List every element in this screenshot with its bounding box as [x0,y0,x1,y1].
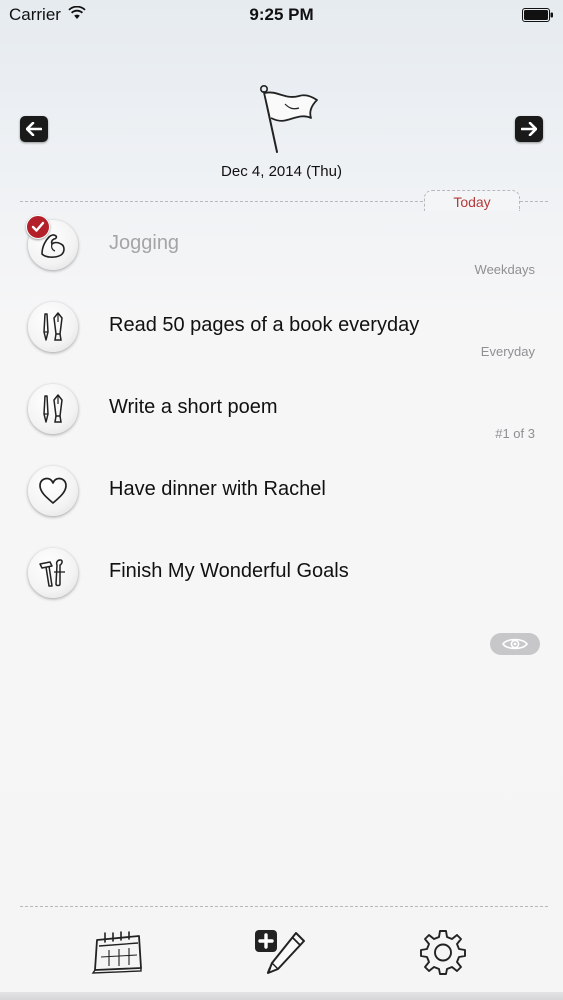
calendar-button[interactable] [90,925,146,979]
completed-check-icon[interactable] [26,215,50,239]
today-tab[interactable]: Today [424,190,520,211]
next-day-button[interactable] [515,116,543,142]
add-pencil-icon [255,930,305,974]
status-bar: Carrier 9:25 PM [0,0,563,30]
task-title: Write a short poem [109,396,278,418]
task-row[interactable]: Jogging Weekdays [0,210,563,292]
eye-icon [502,638,528,650]
task-icon-button[interactable] [28,384,78,434]
show-hidden-toggle[interactable] [490,633,540,655]
task-title: Read 50 pages of a book everyday [109,314,420,336]
task-row[interactable]: Write a short poem #1 of 3 [0,374,563,456]
task-row[interactable]: Have dinner with Rachel [0,456,563,538]
pen-brush-icon [43,312,63,341]
task-icon-button[interactable] [28,466,78,516]
battery-icon [522,8,553,22]
task-title: Finish My Wonderful Goals [109,560,349,582]
task-title: Have dinner with Rachel [109,478,326,500]
header-date: Dec 4, 2014 (Thu) [221,163,342,180]
app-screen: Carrier 9:25 PM Dec 4, 2014 (Thu) Today [0,0,563,1000]
pen-brush-icon [43,394,63,423]
tools-icon [39,559,65,587]
task-row[interactable]: Read 50 pages of a book everyday Everyda… [0,292,563,374]
task-progress: #1 of 3 [495,426,535,441]
arrow-right-icon [521,122,537,136]
flag-icon [260,84,318,153]
previous-day-button[interactable] [20,116,48,142]
gear-icon [420,930,466,975]
task-row[interactable]: Finish My Wonderful Goals [0,538,563,620]
bottom-edge [0,992,563,1000]
calendar-icon [91,931,142,974]
task-schedule: Everyday [480,344,535,359]
status-time: 9:25 PM [249,5,314,24]
task-schedule: Weekdays [474,262,535,277]
settings-button[interactable] [415,925,471,979]
task-icon-button[interactable] [28,302,78,352]
bottom-divider [20,906,548,907]
arrow-left-icon [26,122,42,136]
task-title: Jogging [109,232,180,254]
add-goal-button[interactable] [252,925,308,979]
task-icon-button[interactable] [28,548,78,598]
bottom-toolbar [0,915,563,990]
heart-icon [39,477,67,504]
